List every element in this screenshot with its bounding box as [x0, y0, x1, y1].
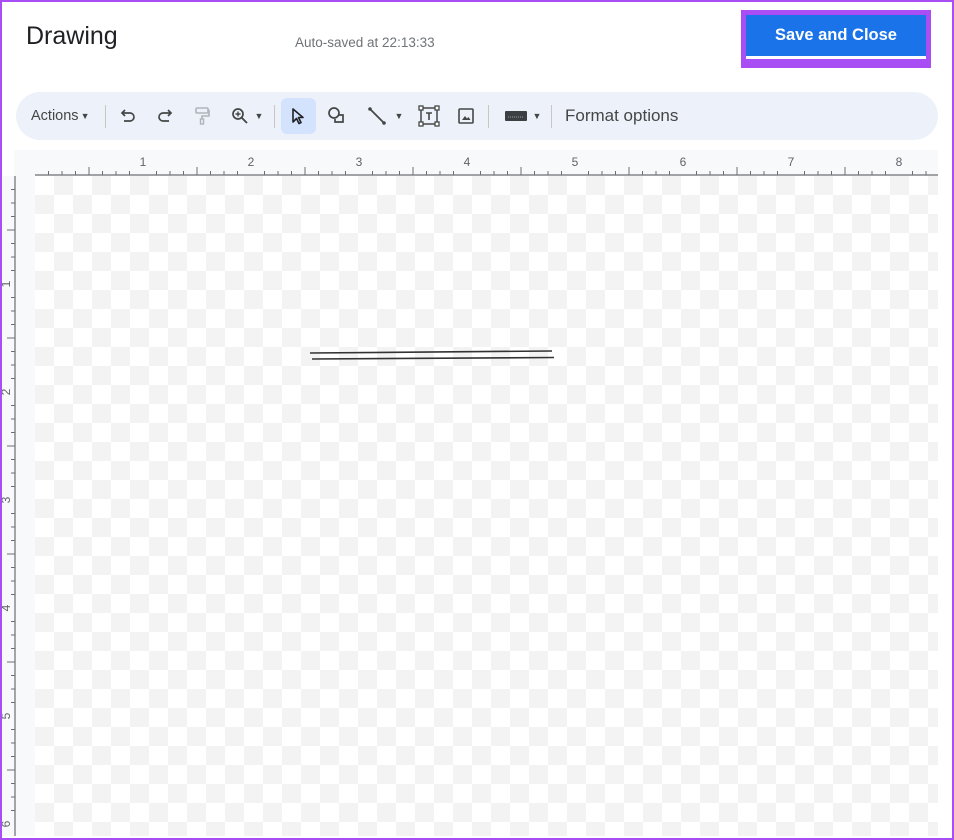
- zoom-button[interactable]: ▼: [225, 92, 269, 140]
- line-button[interactable]: ▼: [361, 92, 409, 140]
- drawing-shapes: [309, 350, 555, 360]
- ruler-label: 1: [140, 155, 147, 169]
- ruler-label: 2: [2, 388, 13, 395]
- word-art-button[interactable]: ▼: [498, 92, 548, 140]
- toolbar-divider: [551, 105, 552, 128]
- ruler-label: 6: [2, 820, 13, 827]
- shape-button[interactable]: [322, 92, 352, 140]
- page-title: Drawing: [26, 22, 118, 50]
- shape-icon: [328, 107, 344, 123]
- drawing-canvas[interactable]: [35, 176, 938, 836]
- select-tool[interactable]: [283, 92, 313, 140]
- ruler-label: 3: [2, 496, 13, 503]
- paint-format-button[interactable]: [187, 92, 217, 140]
- chevron-down-icon: ▼: [394, 111, 404, 121]
- ruler-label: 7: [788, 155, 795, 169]
- save-and-close-button[interactable]: Save and Close: [746, 15, 926, 59]
- ruler-label: 2: [248, 155, 255, 169]
- actions-label: Actions: [31, 108, 79, 124]
- line-icon: [367, 107, 386, 125]
- actions-menu[interactable]: Actions ▼: [31, 92, 89, 140]
- ruler-label: 6: [680, 155, 687, 169]
- format-options-button[interactable]: Format options: [565, 92, 678, 140]
- undo-button[interactable]: [113, 92, 143, 140]
- ruler-label: 8: [896, 155, 903, 169]
- toolbar: Actions ▼ ▼ ▼ ▼ Format options: [16, 92, 938, 140]
- drawn-line[interactable]: [309, 350, 553, 354]
- ruler-label: 1: [2, 280, 13, 287]
- select-icon: [292, 108, 304, 125]
- toolbar-divider: [105, 105, 106, 128]
- horizontal-ruler[interactable]: 1 2 3 4 5 6 7 8: [14, 150, 938, 176]
- vertical-ruler-ticks: 1 2 3 4 5 6: [2, 176, 16, 836]
- chevron-down-icon: ▼: [80, 111, 90, 121]
- toolbar-divider: [274, 105, 275, 128]
- ruler-label: 4: [464, 155, 471, 169]
- chevron-down-icon: ▼: [254, 111, 264, 121]
- ruler-label: 5: [572, 155, 579, 169]
- undo-icon: [120, 109, 135, 122]
- text-box-button[interactable]: [414, 92, 444, 140]
- image-icon: [458, 108, 474, 124]
- redo-icon: [158, 109, 173, 122]
- horizontal-ruler-ticks: 1 2 3 4 5 6 7 8: [35, 155, 938, 176]
- paint-format-icon: [195, 107, 210, 125]
- save-button-highlight: Save and Close: [741, 10, 931, 68]
- ruler-label: 3: [356, 155, 363, 169]
- toolbar-divider: [488, 105, 489, 128]
- word-art-icon: [504, 111, 527, 121]
- chevron-down-icon: ▼: [532, 111, 542, 121]
- autosave-status: Auto-saved at 22:13:33: [295, 35, 435, 50]
- zoom-icon: [231, 108, 248, 124]
- vertical-ruler[interactable]: 1 2 3 4 5 6: [2, 176, 16, 836]
- ruler-label: 5: [2, 712, 13, 719]
- ruler-label: 4: [2, 604, 13, 611]
- redo-button[interactable]: [150, 92, 180, 140]
- drawn-line[interactable]: [311, 356, 555, 360]
- image-button[interactable]: [451, 92, 481, 140]
- text-box-icon: [418, 105, 440, 127]
